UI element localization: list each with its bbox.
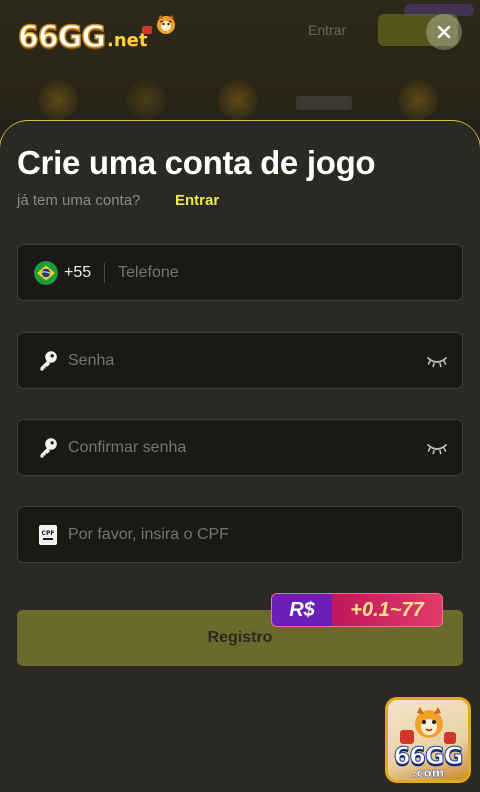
- modal-title: Crie uma conta de jogo: [17, 144, 376, 181]
- cpf-field[interactable]: CPF: [17, 506, 463, 563]
- background-game-label: [296, 96, 352, 110]
- bonus-value: +0.1~77: [332, 594, 442, 626]
- background-game-icon: [398, 80, 438, 120]
- password-field[interactable]: [17, 332, 463, 389]
- background-login-text: Entrar: [308, 22, 347, 38]
- background-game-icon: [126, 80, 166, 120]
- background-game-icon: [38, 80, 78, 120]
- login-prompt-text: já tem uma conta?: [17, 192, 141, 209]
- confirm-password-field[interactable]: [17, 419, 463, 476]
- close-button[interactable]: [426, 14, 462, 50]
- key-icon: [40, 437, 57, 457]
- login-link[interactable]: Entrar: [175, 192, 219, 209]
- confirm-password-input[interactable]: [68, 420, 418, 475]
- key-icon: [40, 350, 57, 370]
- country-dial-code[interactable]: +55: [64, 264, 91, 282]
- phone-input[interactable]: [118, 245, 448, 300]
- close-icon: [437, 25, 451, 39]
- site-logo[interactable]: 66GG .net: [17, 15, 175, 56]
- bonus-tag: R$ +0.1~77: [271, 593, 443, 627]
- eye-closed-icon[interactable]: [426, 354, 448, 368]
- background-game-icon: [218, 80, 258, 120]
- cpf-card-icon: CPF: [39, 524, 57, 545]
- bonus-currency: R$: [272, 594, 332, 626]
- tiger-mascot-icon: [142, 15, 175, 34]
- logo-wordmark: 66GG: [17, 19, 107, 56]
- field-divider: [104, 262, 106, 283]
- app-download-badge[interactable]: 66GG .com: [385, 697, 471, 783]
- cpf-input[interactable]: [68, 507, 448, 562]
- brazil-flag-icon: [34, 260, 58, 285]
- eye-closed-icon[interactable]: [426, 441, 448, 455]
- password-input[interactable]: [68, 333, 418, 388]
- svg-text:CPF: CPF: [42, 530, 55, 537]
- badge-domain: .com: [411, 766, 445, 780]
- phone-field[interactable]: +55: [17, 244, 463, 301]
